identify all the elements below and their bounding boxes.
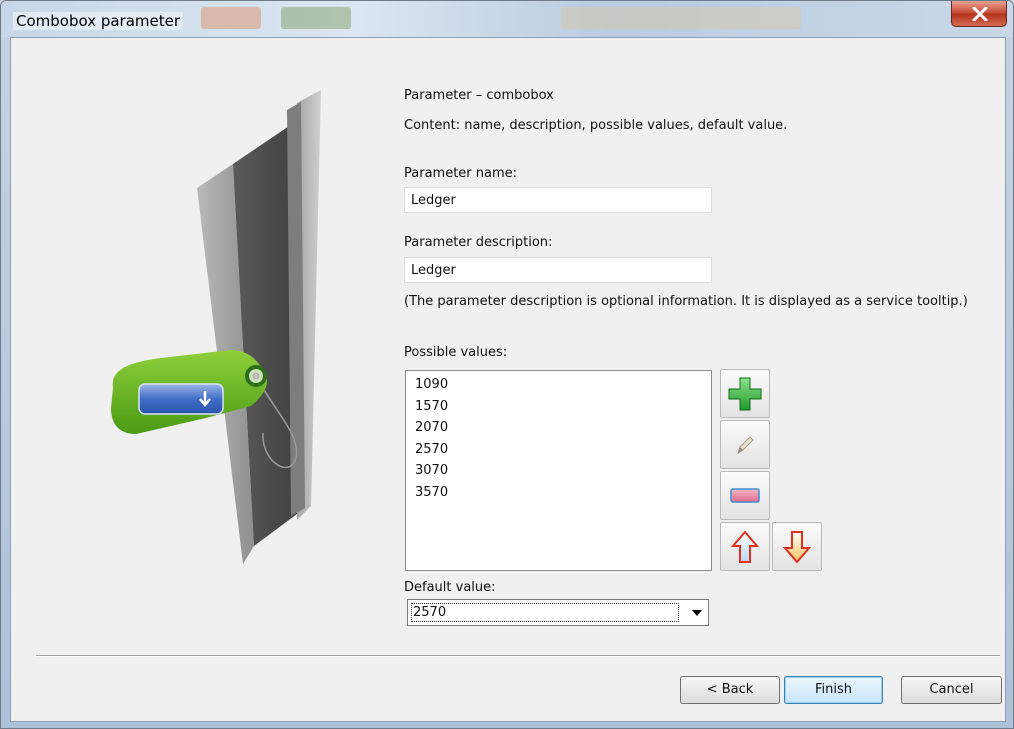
default-value-select[interactable]: 2570 bbox=[407, 599, 709, 626]
list-item[interactable]: 2570 bbox=[415, 439, 711, 461]
description-note: (The parameter description is optional i… bbox=[404, 294, 968, 309]
parameter-name-input[interactable]: Ledger bbox=[404, 187, 712, 213]
move-up-button[interactable] bbox=[720, 522, 770, 571]
dialog-window: Combobox parameter Parameter – combobox … bbox=[0, 0, 1014, 729]
eraser-icon bbox=[730, 487, 760, 503]
edit-value-button[interactable] bbox=[720, 420, 770, 469]
close-button[interactable] bbox=[951, 1, 1007, 27]
cancel-button[interactable]: Cancel bbox=[901, 676, 1002, 704]
dialog-body: Parameter – combobox Content: name, desc… bbox=[10, 37, 1006, 722]
arrow-up-icon bbox=[731, 529, 759, 563]
parameter-name-label: Parameter name: bbox=[404, 166, 518, 181]
close-icon bbox=[972, 7, 988, 21]
plus-icon bbox=[728, 377, 762, 410]
list-item[interactable]: 3570 bbox=[415, 482, 711, 504]
footer-divider bbox=[36, 655, 1000, 657]
add-value-button[interactable] bbox=[720, 369, 770, 418]
combobox-tag-illustration bbox=[111, 90, 321, 564]
list-item[interactable]: 1090 bbox=[415, 374, 711, 396]
page-heading: Parameter – combobox bbox=[404, 88, 554, 103]
default-value-label: Default value: bbox=[404, 580, 496, 595]
parameter-description-input[interactable]: Ledger bbox=[404, 257, 712, 283]
possible-values-label: Possible values: bbox=[404, 345, 508, 360]
background-blur bbox=[561, 7, 801, 29]
move-down-button[interactable] bbox=[772, 522, 822, 571]
chevron-down-icon bbox=[692, 610, 702, 616]
finish-button[interactable]: Finish bbox=[784, 676, 883, 704]
arrow-down-icon bbox=[783, 530, 811, 564]
background-blur bbox=[201, 7, 261, 29]
parameter-description-label: Parameter description: bbox=[404, 235, 553, 250]
delete-value-button[interactable] bbox=[720, 471, 770, 520]
list-item[interactable]: 1570 bbox=[415, 396, 711, 418]
possible-values-list[interactable]: 1090 1570 2070 2570 3070 3570 bbox=[405, 370, 712, 571]
window-title: Combobox parameter bbox=[13, 12, 184, 30]
list-item[interactable]: 2070 bbox=[415, 417, 711, 439]
page-description: Content: name, description, possible val… bbox=[404, 118, 788, 133]
default-value-selected: 2570 bbox=[411, 603, 679, 622]
pencil-icon bbox=[737, 435, 754, 454]
back-button[interactable]: < Back bbox=[680, 676, 780, 704]
title-bar[interactable]: Combobox parameter bbox=[1, 1, 1013, 37]
list-item[interactable]: 3070 bbox=[415, 460, 711, 482]
background-blur bbox=[281, 7, 351, 29]
